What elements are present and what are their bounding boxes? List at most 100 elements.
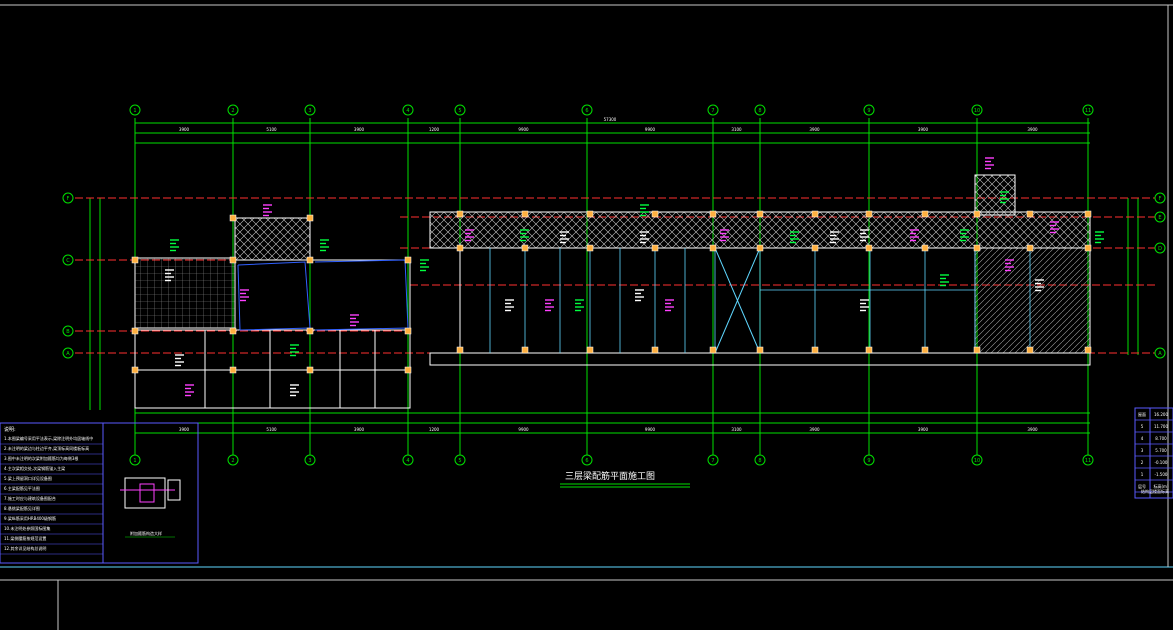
column — [306, 214, 314, 222]
axis-letter: A — [66, 351, 70, 357]
column — [521, 244, 529, 252]
column — [811, 346, 819, 354]
column — [404, 256, 412, 264]
cad-drawing-canvas[interactable]: 3900 3900 5100 5100 3900 3900 1200 1200 9900 9900… — [0, 0, 1173, 630]
column — [921, 346, 929, 354]
axis-number: 6 — [585, 108, 588, 114]
note-line: 9.梁纵筋采用HRB400级钢筋 — [4, 515, 56, 521]
column — [131, 256, 139, 264]
column — [709, 210, 717, 218]
dimension-text: 3100 — [731, 127, 742, 132]
axis-number: 6 — [585, 458, 588, 464]
floor-elevation: -0.100 — [1155, 460, 1168, 465]
axis-number: 4 — [406, 108, 409, 114]
column — [306, 327, 314, 335]
column — [521, 210, 529, 218]
note-line: 5.梁上预留洞口详见设备图 — [4, 475, 52, 481]
column — [1026, 346, 1034, 354]
note-line: 1.本图梁编号采用平法表示,梁除注明外均居轴线中 — [4, 435, 93, 441]
axis-number: 11 — [1085, 108, 1091, 114]
note-line: 2.未注明的梁边与柱边平齐,梁顶标高同楼板标高 — [4, 445, 89, 451]
column — [1026, 244, 1034, 252]
note-line: 8.悬挑梁配筋见详图 — [4, 505, 40, 511]
axis-number: 2 — [231, 108, 234, 114]
column — [306, 366, 314, 374]
column — [306, 256, 314, 264]
note-line: 7.施工时应与建筑设备图配合 — [4, 495, 56, 501]
dimension-text: 3900 — [1027, 127, 1038, 132]
note-line: 3.图中未注明的次梁附加箍筋均为每侧3根 — [4, 455, 78, 461]
axis-number: 9 — [867, 458, 870, 464]
floor-number: 5 — [1141, 424, 1144, 429]
axis-number: 8 — [758, 108, 761, 114]
column — [586, 346, 594, 354]
dimension-total: 57300 — [604, 117, 617, 122]
axis-letter: B — [66, 329, 70, 335]
column — [921, 210, 929, 218]
column — [1026, 210, 1034, 218]
column — [651, 244, 659, 252]
notes-header: 说明: — [4, 426, 16, 433]
dimension-text: 1200 — [429, 127, 440, 132]
floor-table-footer: 结构层楼面标高 — [1141, 488, 1169, 494]
floor-elevation: 8.700 — [1155, 436, 1167, 441]
dimension-text: 3900 — [918, 427, 929, 432]
column — [811, 210, 819, 218]
column — [586, 244, 594, 252]
axis-letter: F — [67, 196, 70, 202]
dimension-text: 9900 — [518, 127, 529, 132]
note-line: 6.主梁配筋见平法图 — [4, 485, 40, 491]
column — [1084, 244, 1092, 252]
axis-number: 8 — [758, 458, 761, 464]
dimension-text: 1200 — [429, 427, 440, 432]
column — [865, 244, 873, 252]
column — [973, 210, 981, 218]
floor-number: 1 — [1141, 472, 1144, 477]
axis-number: 7 — [711, 458, 714, 464]
svg-text:三层梁配筋平面施工图: 三层梁配筋平面施工图 — [565, 470, 655, 482]
axis-number: 3 — [308, 108, 311, 114]
column — [521, 346, 529, 354]
floor-number: 4 — [1141, 436, 1144, 441]
column — [586, 210, 594, 218]
dimension-text: 3900 — [1027, 427, 1038, 432]
column — [229, 366, 237, 374]
axis-letter: F — [1159, 196, 1162, 202]
axis-number: 5 — [458, 458, 461, 464]
axis-number: 3 — [308, 458, 311, 464]
column — [973, 346, 981, 354]
axis-number: 10 — [974, 108, 980, 114]
column — [973, 244, 981, 252]
dimension-text: 5100 — [266, 427, 277, 432]
note-line: 4.主次梁相交处,次梁钢筋锚入主梁 — [4, 465, 65, 471]
axis-number: 2 — [231, 458, 234, 464]
floor-elevation: 5.700 — [1155, 448, 1167, 453]
column — [131, 366, 139, 374]
axis-number: 7 — [711, 108, 714, 114]
axis-number: 4 — [406, 458, 409, 464]
axis-number: 1 — [133, 108, 136, 114]
dimension-text: 3900 — [179, 127, 190, 132]
column — [456, 244, 464, 252]
column — [1084, 346, 1092, 354]
column — [456, 346, 464, 354]
column — [756, 244, 764, 252]
dimension-text: 3900 — [809, 127, 820, 132]
note-line: 12.其余详见结构总说明 — [4, 545, 46, 551]
floor-elevation: 11.700 — [1154, 424, 1168, 429]
column — [811, 244, 819, 252]
detail-caption: 附加箍筋构造大样 — [130, 530, 162, 536]
axis-number: 1 — [133, 458, 136, 464]
column — [404, 327, 412, 335]
dimension-text: 3900 — [918, 127, 929, 132]
column — [921, 244, 929, 252]
floor-number: 3 — [1141, 448, 1144, 453]
axis-number: 5 — [458, 108, 461, 114]
column — [229, 256, 237, 264]
dimension-text: 3900 — [354, 427, 365, 432]
dimension-text: 3900 — [809, 427, 820, 432]
column — [1084, 210, 1092, 218]
column — [709, 244, 717, 252]
axis-number: 11 — [1085, 458, 1091, 464]
column — [456, 210, 464, 218]
